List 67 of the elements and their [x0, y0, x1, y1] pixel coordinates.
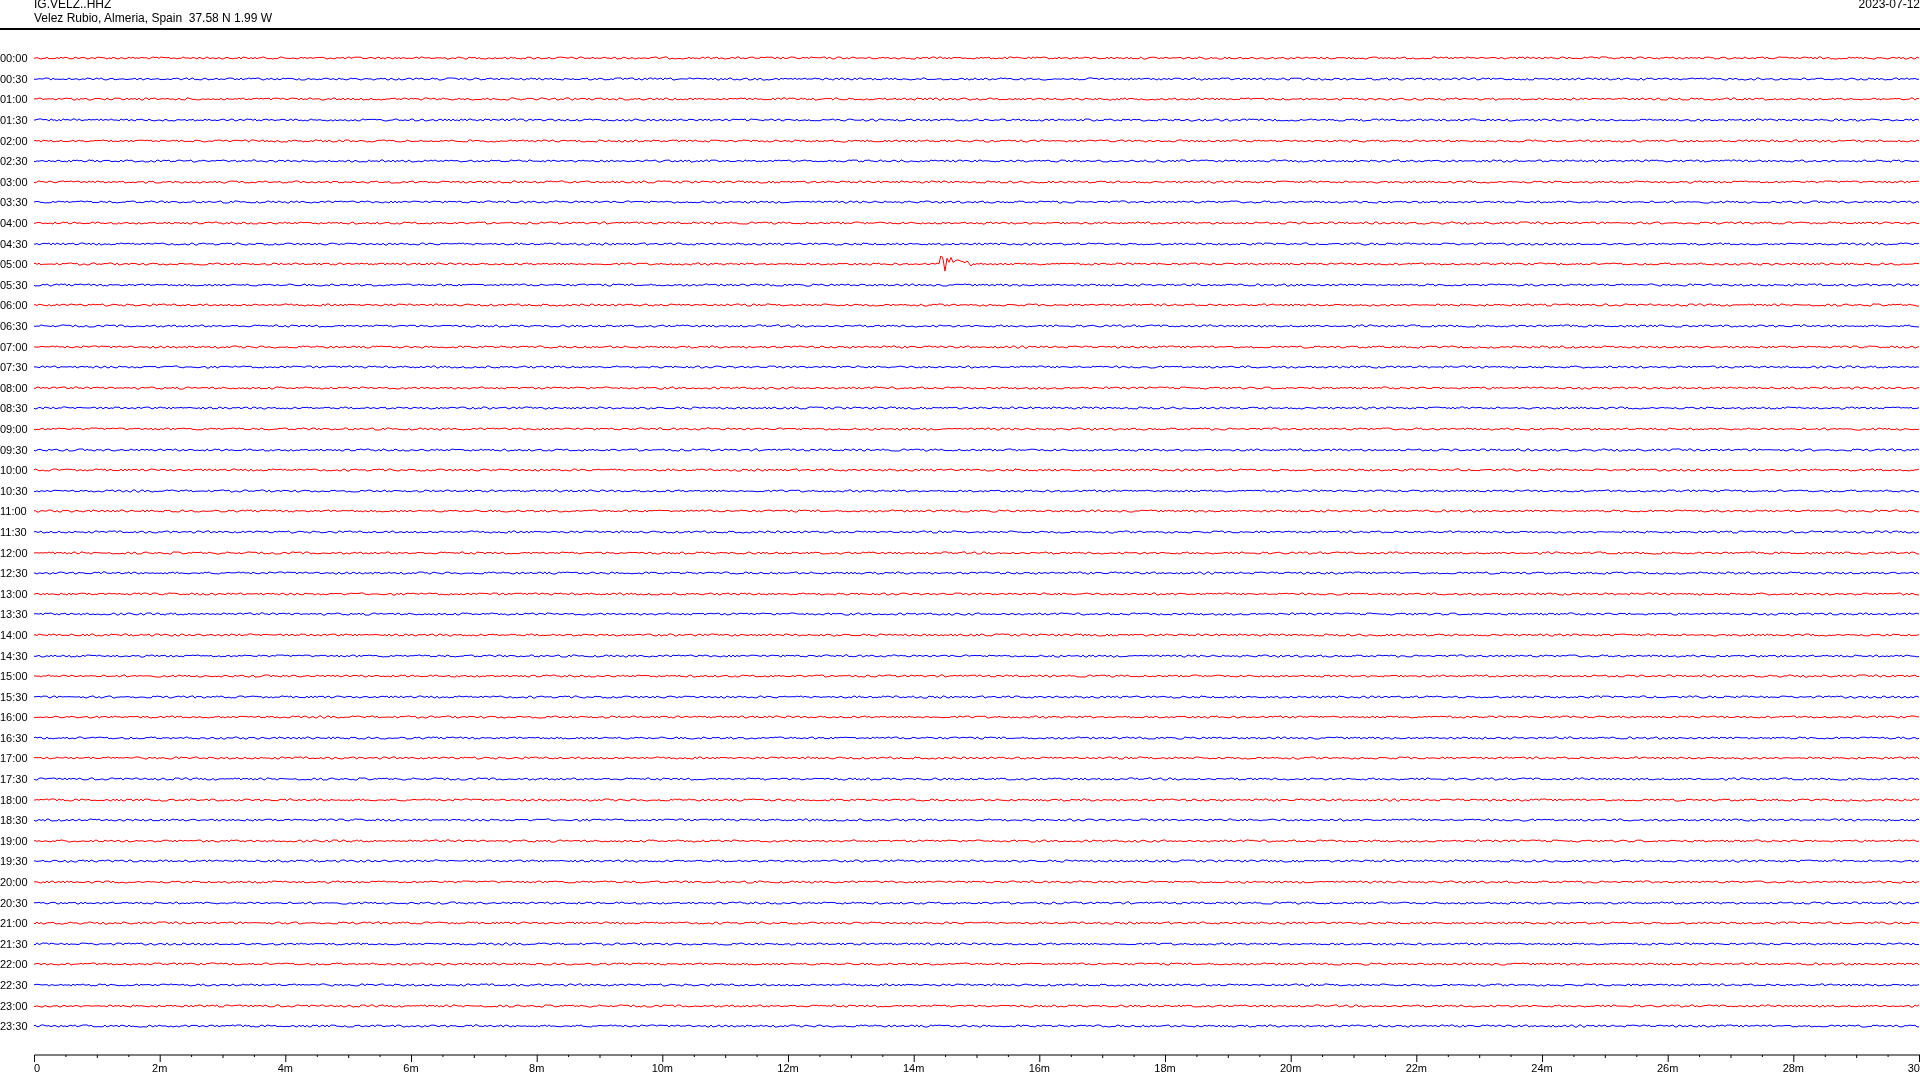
axis-tick-label: 8m [529, 1061, 545, 1074]
time-label: 02:30 [0, 155, 29, 168]
axis-tick-label: 12m [777, 1061, 799, 1074]
axis-tick-label: 2m [152, 1061, 168, 1074]
axis-tick-label: 24m [1531, 1061, 1553, 1074]
time-label: 17:00 [0, 752, 29, 765]
time-label: 21:00 [0, 917, 29, 930]
axis-tick-label: 10m [651, 1061, 674, 1074]
axis-tick-label: 18m [1154, 1061, 1176, 1074]
time-label: 15:00 [0, 670, 29, 683]
time-label: 12:00 [0, 546, 29, 559]
time-label: 07:00 [0, 340, 29, 353]
time-label: 09:30 [0, 443, 29, 456]
time-label: 03:30 [0, 196, 29, 209]
time-label: 14:00 [0, 628, 29, 641]
time-label: 18:00 [0, 793, 29, 806]
time-label: 06:00 [0, 299, 29, 312]
time-label: 13:00 [0, 587, 29, 600]
time-label: 22:30 [0, 979, 29, 991]
time-label: 01:30 [0, 114, 29, 127]
time-label: 14:30 [0, 649, 29, 662]
time-label: 02:00 [0, 134, 29, 147]
axis-tick-label: 16m [1028, 1061, 1051, 1074]
station-location: Velez Rubio, Almeria, Spain 37.58 N 1.99 W [34, 11, 273, 25]
date-label: 2023-07-12 [1858, 0, 1920, 11]
time-label: 11:30 [0, 525, 28, 538]
time-label: 09:00 [0, 423, 29, 435]
time-label: 08:00 [0, 381, 29, 394]
time-label: 11:00 [0, 505, 28, 518]
time-label: 19:30 [0, 855, 29, 868]
time-label: 16:30 [0, 731, 29, 744]
time-label: 05:30 [0, 278, 29, 291]
time-label: 06:30 [0, 320, 29, 332]
time-label: 00:00 [0, 52, 29, 65]
time-label: 12:30 [0, 567, 29, 580]
time-label: 04:30 [0, 237, 29, 250]
time-label: 21:30 [0, 937, 29, 950]
axis-tick-label: 28m [1782, 1061, 1805, 1074]
axis-tick-label: 4m [277, 1061, 293, 1074]
time-label: 23:00 [0, 999, 29, 1012]
axis-tick-label: 30 [1907, 1061, 1920, 1074]
time-label: 07:30 [0, 361, 29, 374]
time-label: 23:30 [0, 1020, 29, 1033]
time-label: 19:00 [0, 834, 29, 847]
time-label: 04:00 [0, 217, 29, 230]
time-label: 20:30 [0, 896, 29, 909]
time-label: 17:30 [0, 773, 29, 786]
time-label: 03:00 [0, 175, 29, 188]
axis-tick-label: 0 [34, 1061, 41, 1074]
time-label: 22:00 [0, 958, 29, 971]
time-label: 00:30 [0, 72, 29, 85]
axis-tick-label: 14m [902, 1061, 925, 1074]
time-label: 20:00 [0, 876, 29, 889]
time-label: 15:30 [0, 690, 29, 703]
axis-tick-label: 26m [1656, 1061, 1679, 1074]
time-label: 05:00 [0, 258, 29, 271]
axis-tick-label: 22m [1405, 1061, 1428, 1074]
time-label: 01:00 [0, 93, 29, 106]
time-label: 10:00 [0, 464, 29, 477]
station-code: IG.VELZ..HHZ [34, 0, 113, 11]
time-label: 16:00 [0, 711, 29, 724]
time-label: 08:30 [0, 402, 29, 415]
axis-tick-label: 20m [1279, 1061, 1302, 1074]
time-label: 13:30 [0, 608, 29, 621]
time-label: 10:30 [0, 484, 29, 497]
time-label: 18:30 [0, 814, 29, 827]
axis-tick-label: 6m [403, 1061, 419, 1074]
